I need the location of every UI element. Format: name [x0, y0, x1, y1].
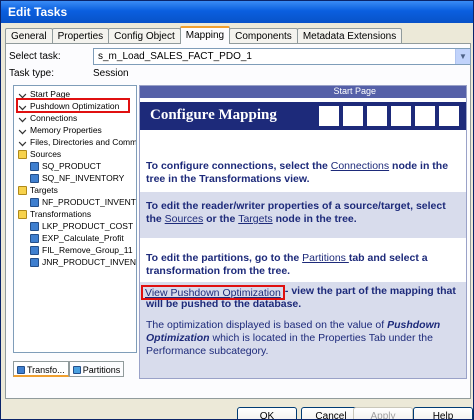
sources-link[interactable]: Sources — [165, 213, 204, 225]
transformations-icon — [17, 365, 25, 374]
edit-tasks-dialog: Edit Tasks General Properties Config Obj… — [0, 0, 474, 420]
chevron-down-icon[interactable]: ▼ — [455, 49, 470, 64]
tab-properties[interactable]: Properties — [51, 28, 110, 44]
source-qualifier-icon — [30, 161, 39, 171]
tree-item-sq-nf-inventory[interactable]: SQ_NF_INVENTORY — [30, 172, 124, 184]
view-pushdown-optimization-link[interactable]: View Pushdown Optimization — [141, 285, 285, 300]
sources-targets-paragraph: To edit the reader/writer properties of … — [140, 192, 466, 238]
filter-icon — [30, 245, 39, 255]
partitions-icon — [72, 366, 81, 374]
node-icon — [18, 90, 27, 98]
connections-link[interactable]: Connections — [331, 160, 389, 172]
partitions-link[interactable]: Partitions — [302, 252, 349, 264]
node-icon — [18, 126, 27, 134]
tab-transformations-view[interactable]: Transfo... — [13, 361, 69, 377]
tree-item-jnr-product-inventory[interactable]: JNR_PRODUCT_INVENTO — [30, 256, 136, 268]
lookup-icon — [30, 221, 39, 231]
node-icon — [18, 114, 27, 122]
window-title: Edit Tasks — [1, 1, 473, 23]
tab-metadata-extensions[interactable]: Metadata Extensions — [296, 28, 403, 44]
mapping-tree[interactable]: Start Page Pushdown Optimization Connect… — [13, 85, 137, 353]
node-icon — [18, 138, 27, 146]
task-type-label: Task type: — [9, 68, 55, 79]
tree-item-targets[interactable]: Targets — [18, 184, 58, 196]
tree-item-files-directories[interactable]: Files, Directories and Commar — [18, 136, 136, 148]
connections-paragraph: To configure connections, select the Con… — [146, 160, 449, 185]
folder-icon — [18, 185, 27, 195]
expression-icon — [30, 233, 39, 243]
targets-link[interactable]: Targets — [238, 213, 272, 225]
select-task-dropdown[interactable]: s_m_Load_SALES_FACT_PDO_1 ▼ — [93, 48, 471, 65]
tree-item-lkp-product-cost[interactable]: LKP_PRODUCT_COST — [30, 220, 133, 232]
tree-item-memory-properties[interactable]: Memory Properties — [18, 124, 102, 136]
ok-button[interactable]: OK — [237, 407, 297, 419]
dialog-buttons: OK Cancel Apply Help — [1, 407, 473, 419]
tab-mapping[interactable]: Mapping — [179, 26, 231, 44]
select-task-value: s_m_Load_SALES_FACT_PDO_1 — [98, 51, 252, 62]
start-page-content: Start Page Configure Mapping To configur… — [139, 85, 467, 379]
tab-partitions-view[interactable]: Partitions — [68, 361, 125, 377]
joiner-icon — [30, 257, 39, 267]
tree-item-fil-remove-group[interactable]: FIL_Remove_Group_11 — [30, 244, 133, 256]
folder-icon — [18, 149, 27, 159]
target-icon — [30, 197, 39, 207]
tree-item-transformations[interactable]: Transformations — [18, 208, 91, 220]
configure-mapping-banner: Configure Mapping — [140, 102, 466, 130]
banner-title: Configure Mapping — [150, 107, 277, 123]
cancel-button[interactable]: Cancel — [301, 407, 361, 419]
apply-button[interactable]: Apply — [353, 407, 413, 419]
tab-config-object[interactable]: Config Object — [108, 28, 181, 44]
partitions-paragraph: To edit the partitions, go to the Partit… — [146, 252, 428, 277]
tree-item-sq-product[interactable]: SQ_PRODUCT — [30, 160, 101, 172]
view-tabs: Transfo... Partitions — [13, 361, 137, 379]
folder-icon — [18, 209, 27, 219]
tab-components[interactable]: Components — [229, 28, 298, 44]
tree-item-exp-calculate-profit[interactable]: EXP_Calculate_Profit — [30, 232, 124, 244]
tree-item-connections[interactable]: Connections — [18, 112, 77, 124]
banner-decoration — [318, 105, 462, 127]
tab-bar: General Properties Config Object Mapping… — [5, 26, 403, 44]
source-qualifier-icon — [30, 173, 39, 183]
tree-item-sources[interactable]: Sources — [18, 148, 61, 160]
tree-item-nf-product-inventory[interactable]: NF_PRODUCT_INVENTOR — [30, 196, 136, 208]
tab-general[interactable]: General — [5, 28, 53, 44]
optimization-note: The optimization displayed is based on t… — [146, 319, 441, 357]
content-header: Start Page — [140, 86, 466, 98]
task-type-value: Session — [93, 68, 129, 79]
select-task-label: Select task: — [9, 51, 61, 62]
pushdown-highlight-box — [16, 98, 130, 113]
help-button[interactable]: Help — [413, 407, 473, 419]
